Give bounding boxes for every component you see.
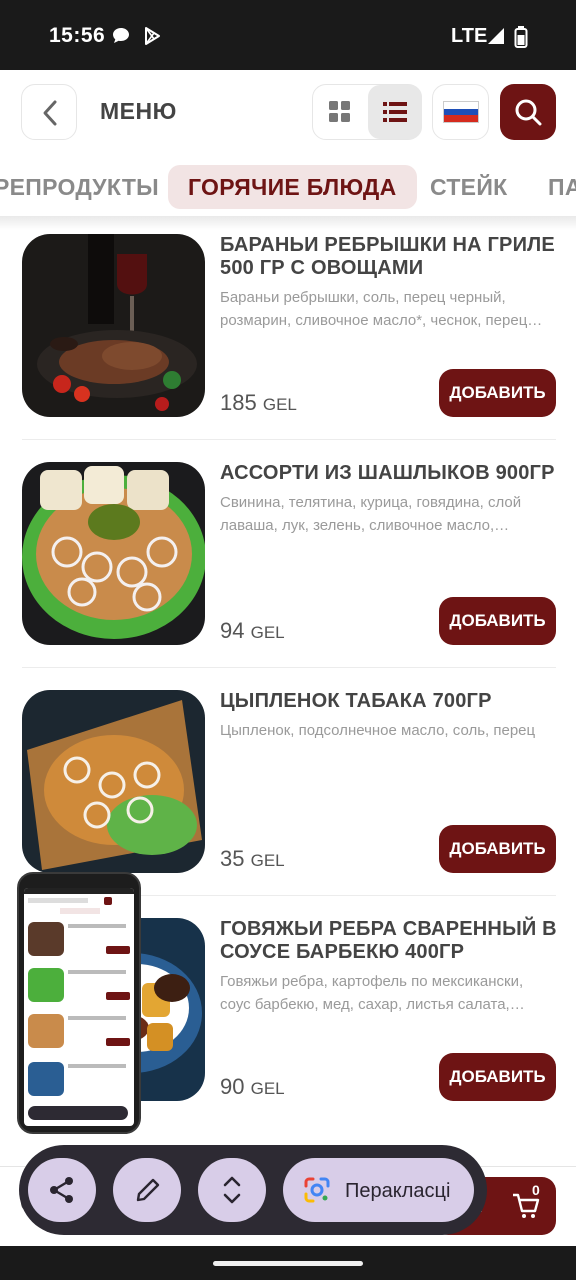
signal-icon [486,26,508,46]
price-value: 185 [220,390,257,415]
chat-icon [111,26,133,46]
chevron-left-icon [43,100,57,126]
price-value: 35 [220,846,245,871]
expand-vertical-icon [223,1176,241,1204]
list-view-icon [383,102,407,122]
add-button[interactable]: ДОБАВИТЬ [439,369,556,417]
item-price: 185 GEL [220,390,297,416]
lens-translate-label: Перакласці [345,1180,451,1202]
search-button[interactable] [500,84,556,140]
status-bar: 15:56 LTE [0,0,576,70]
play-store-icon [142,26,164,46]
grid-view-button[interactable] [313,85,367,139]
item-photo[interactable] [22,234,205,417]
menu-item: АССОРТИ ИЗ ШАШЛЫКОВ 900ГР Свинина, телят… [0,462,576,690]
category-tabs: РЕПРОДУКТЫ ГОРЯЧИЕ БЛЮДА СТЕЙК ПА [0,158,576,216]
price-currency: GEL [250,1079,285,1098]
tabs-shadow [0,216,576,230]
item-price: 90 GEL [220,1074,285,1100]
item-description: Свинина, телятина, курица, говядина, сло… [220,494,522,534]
back-button[interactable] [21,84,77,140]
search-icon [515,99,542,126]
divider [22,439,556,440]
item-price: 35 GEL [220,846,285,872]
item-name: БАРАНЬИ РЕБРЫШКИ НА ГРИЛЕ 500 ГР С ОВОЩА… [220,234,555,279]
item-name: ЦЫПЛЕНОК ТАБАКА 700ГР [220,690,492,712]
add-button[interactable]: ДОБАВИТЬ [439,597,556,645]
price-value: 94 [220,618,245,643]
tab-steak[interactable]: СТЕЙК [430,165,508,209]
item-photo[interactable] [22,690,205,873]
add-button[interactable]: ДОБАВИТЬ [439,1053,556,1101]
app-header: МЕНЮ [0,70,576,158]
item-description: Говяжьи ребра, картофель по мексикански,… [220,973,525,1013]
item-name: ГОВЯЖЬИ РЕБРА СВАРЕННЫЙ В СОУСЕ БАРБЕКЮ … [220,918,557,963]
google-lens-icon [304,1177,330,1203]
screenshot-toolbar: Перакласці [19,1145,487,1235]
grid-view-icon [329,101,350,122]
divider [22,667,556,668]
add-button[interactable]: ДОБАВИТЬ [439,825,556,873]
price-currency: GEL [250,851,285,870]
item-name: АССОРТИ ИЗ ШАШЛЫКОВ 900ГР [220,462,555,484]
cart-count: 0 [532,1182,540,1198]
item-description: Бараньи ребрышки, соль, перец черный, ро… [220,289,543,329]
price-value: 90 [220,1074,245,1099]
lens-translate-button[interactable]: Перакласці [283,1158,474,1222]
tab-hot-dishes[interactable]: ГОРЯЧИЕ БЛЮДА [168,165,417,209]
item-description: Цыпленок, подсолнечное масло, соль, пере… [220,722,536,739]
share-icon [50,1177,73,1203]
share-button[interactable] [28,1158,96,1222]
screenshot-thumbnail[interactable] [17,872,141,1134]
thumbnail-screen [24,888,134,1126]
view-toggle [312,84,422,140]
page-title: МЕНЮ [100,98,177,124]
network-type: LTE [451,25,488,47]
edit-button[interactable] [113,1158,181,1222]
language-button[interactable] [432,84,489,140]
item-photo[interactable] [22,462,205,645]
item-price: 94 GEL [220,618,285,644]
tab-next[interactable]: ПА [548,165,576,209]
battery-icon [514,26,528,48]
home-handle[interactable] [213,1261,363,1266]
price-currency: GEL [250,623,285,642]
price-currency: GEL [262,395,297,414]
expand-button[interactable] [198,1158,266,1222]
tab-appetizers[interactable]: РЕПРОДУКТЫ [0,165,159,209]
menu-item: БАРАНЬИ РЕБРЫШКИ НА ГРИЛЕ 500 ГР С ОВОЩА… [0,234,576,462]
status-time: 15:56 [49,24,106,47]
system-nav-bar [0,1246,576,1280]
list-view-button[interactable] [368,85,422,139]
russia-flag-icon [443,101,479,123]
pencil-icon [136,1178,160,1202]
